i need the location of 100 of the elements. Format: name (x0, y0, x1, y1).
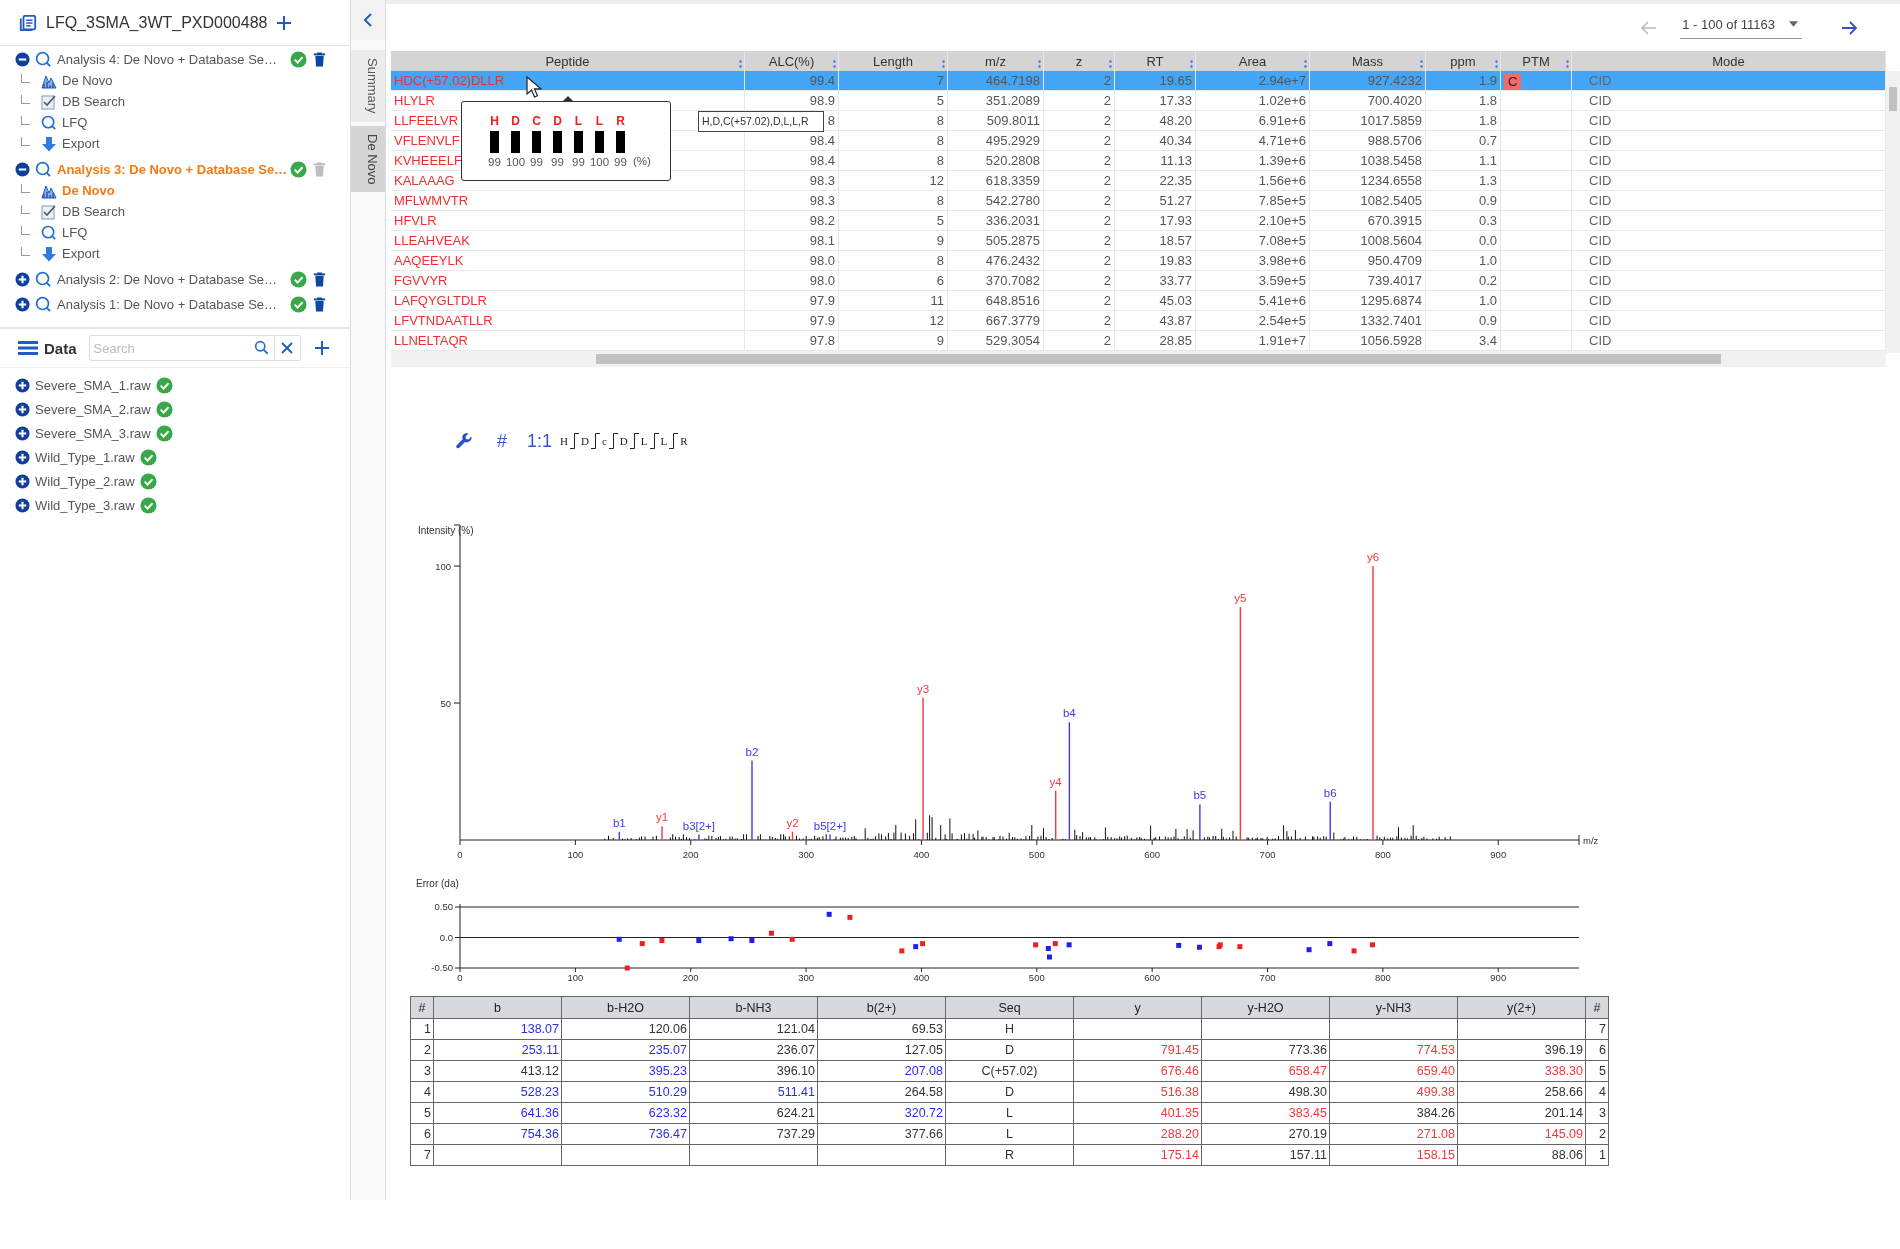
peak-label: b3[2+] (682, 819, 716, 832)
tick-label: 900 (1490, 972, 1507, 983)
search-field[interactable]: Search (88, 335, 275, 361)
table-cell: 4.71e+6 (1258, 133, 1306, 148)
confidence-score: 100 (589, 155, 610, 169)
table-row[interactable]: LFVTNDAATLLR 97.9 12 667.3779 2 43.87 2.54e+5 1332.7401 0.9 CID (391, 310, 1886, 331)
column-header[interactable]: Peptide (391, 51, 745, 71)
column-menu-icon[interactable] (1038, 59, 1041, 69)
table-row[interactable]: HDC(+57.02)DLLR 99.4 7 464.7198 2 19.65 2.94e+7 927.4232 1.9 C CID (391, 71, 1886, 91)
table-cell: LFVTNDAATLLR (394, 313, 493, 328)
expand-icon[interactable] (15, 377, 30, 393)
caret-icon[interactable] (1789, 21, 1798, 27)
residue-letter: L (639, 435, 649, 447)
collapse-icon[interactable] (15, 51, 30, 67)
file-item[interactable]: Severe_SMA_2.raw (35, 401, 151, 417)
table-cell: LLFEELVR (394, 113, 459, 128)
table-cell: C(+57.02) (981, 1064, 1038, 1078)
table-row[interactable]: HFVLR 98.2 5 336.2031 2 17.93 2.10e+5 670.3915 0.3 CID (391, 210, 1886, 231)
table-cell: 8 (936, 193, 944, 208)
trash-icon[interactable] (312, 296, 327, 312)
column-menu-icon[interactable] (1109, 59, 1112, 69)
expand-icon[interactable] (15, 449, 30, 465)
add-icon[interactable] (312, 339, 331, 357)
table-row[interactable]: LAFQYGLTDLR 97.9 11 648.8516 2 45.03 5.41e+6 1295.6874 1.0 CID (391, 290, 1886, 311)
column-header[interactable]: Mode (1571, 51, 1886, 71)
expand-icon[interactable] (15, 271, 30, 287)
column-header: b-H2O (561, 996, 690, 1019)
table-cell: 377.66 (904, 1127, 943, 1141)
column-header[interactable]: ppm (1425, 51, 1501, 71)
wrench-icon[interactable] (455, 432, 473, 450)
expand-icon[interactable] (15, 296, 30, 312)
column-menu-icon[interactable] (1304, 59, 1307, 69)
page-range-select[interactable]: 1 - 100 of 11163 (1680, 16, 1802, 39)
file-item[interactable]: Severe_SMA_1.raw (35, 377, 151, 393)
column-menu-icon[interactable] (1566, 59, 1569, 69)
column-menu-icon[interactable] (942, 59, 945, 69)
column-header: y-NH3 (1329, 996, 1458, 1019)
column-header[interactable]: PTM (1500, 51, 1572, 71)
table-row[interactable]: FGVVYR 98.0 6 370.7082 2 33.77 3.59e+5 739.4017 0.2 CID (391, 270, 1886, 291)
table-row[interactable]: LLEAHVEAK 98.1 9 505.2875 2 18.57 7.08e+5 1008.5604 0.0 CID (391, 230, 1886, 251)
table-row[interactable]: MFLWMVTR 98.3 8 542.2780 2 51.27 7.85e+5 1082.5405 0.9 CID (391, 190, 1886, 211)
analysis-item[interactable]: Analysis 4: De Novo + Database Se… (57, 51, 285, 67)
add-icon[interactable] (275, 13, 294, 32)
step-item[interactable]: LFQ (62, 225, 88, 240)
analysis-item[interactable]: Analysis 1: De Novo + Database Se… (57, 296, 285, 312)
step-item[interactable]: LFQ (62, 115, 88, 130)
step-item[interactable]: Export (62, 136, 100, 151)
step-item[interactable]: Export (62, 246, 100, 261)
vertical-scrollbar[interactable] (1886, 71, 1900, 353)
step-item[interactable]: DB Search (62, 204, 125, 219)
side-tab[interactable]: Summary (351, 50, 385, 122)
horizontal-scrollbar[interactable] (391, 351, 1886, 367)
analysis-item[interactable]: Analysis 2: De Novo + Database Se… (57, 271, 285, 287)
column-header[interactable]: ALC(%) (744, 51, 839, 71)
step-item[interactable]: DB Search (62, 94, 125, 109)
column-menu-icon[interactable] (1495, 59, 1498, 69)
table-cell: 2 (1103, 173, 1111, 188)
column-header[interactable]: z (1043, 51, 1115, 71)
collapse-panel-button[interactable] (351, 0, 385, 40)
check-circle-icon (290, 160, 307, 178)
clear-button[interactable] (274, 335, 301, 361)
column-menu-icon[interactable] (1190, 59, 1193, 69)
chevron-left-icon[interactable] (363, 13, 373, 27)
column-header[interactable]: Mass (1309, 51, 1426, 71)
next-page-icon[interactable] (1840, 18, 1858, 37)
file-item[interactable]: Wild_Type_2.raw (35, 473, 135, 489)
table-cell: 2.54e+5 (1258, 313, 1306, 328)
file-item[interactable]: Severe_SMA_3.raw (35, 425, 151, 441)
table-cell: 98.9 (809, 93, 835, 108)
side-tab[interactable]: De Novo (351, 125, 385, 193)
ratio-button[interactable]: 1:1 (527, 430, 553, 452)
column-header[interactable]: Area (1195, 51, 1310, 71)
table-cell: 670.3915 (1367, 213, 1422, 228)
file-item[interactable]: Wild_Type_1.raw (35, 449, 135, 465)
column-header[interactable]: m/z (947, 51, 1044, 71)
collapse-icon[interactable] (15, 161, 30, 177)
file-item[interactable]: Wild_Type_3.raw (35, 497, 135, 513)
column-menu-icon[interactable] (833, 59, 836, 69)
table-row[interactable]: AAQEEYLK 98.0 8 476.2432 2 19.83 3.98e+6 950.4709 1.0 CID (391, 250, 1886, 271)
expand-icon[interactable] (15, 425, 30, 441)
expand-icon[interactable] (15, 497, 30, 513)
table-cell: 98.4 (809, 133, 835, 148)
check-circle-icon (290, 270, 307, 288)
column-header[interactable]: RT (1114, 51, 1196, 71)
search-icon[interactable] (253, 340, 269, 355)
trash-icon[interactable] (312, 271, 327, 287)
tick-label: 500 (1028, 849, 1045, 860)
expand-icon[interactable] (15, 401, 30, 417)
column-header[interactable]: Length (838, 51, 948, 71)
table-cell: 1234.6558 (1360, 173, 1422, 188)
table-row[interactable]: LLNELTAQR 97.8 9 529.3054 2 28.85 1.91e+7 1056.5928 3.4 CID (391, 330, 1886, 351)
table-cell: D (1005, 1043, 1014, 1057)
close-icon[interactable] (281, 342, 293, 354)
column-menu-icon[interactable] (739, 59, 742, 69)
step-item[interactable]: De Novo (62, 73, 113, 88)
hash-button[interactable]: # (497, 430, 507, 452)
table-cell: 19.83 (1159, 253, 1192, 268)
column-menu-icon[interactable] (1420, 59, 1423, 69)
expand-icon[interactable] (15, 473, 30, 489)
trash-icon[interactable] (312, 51, 327, 67)
